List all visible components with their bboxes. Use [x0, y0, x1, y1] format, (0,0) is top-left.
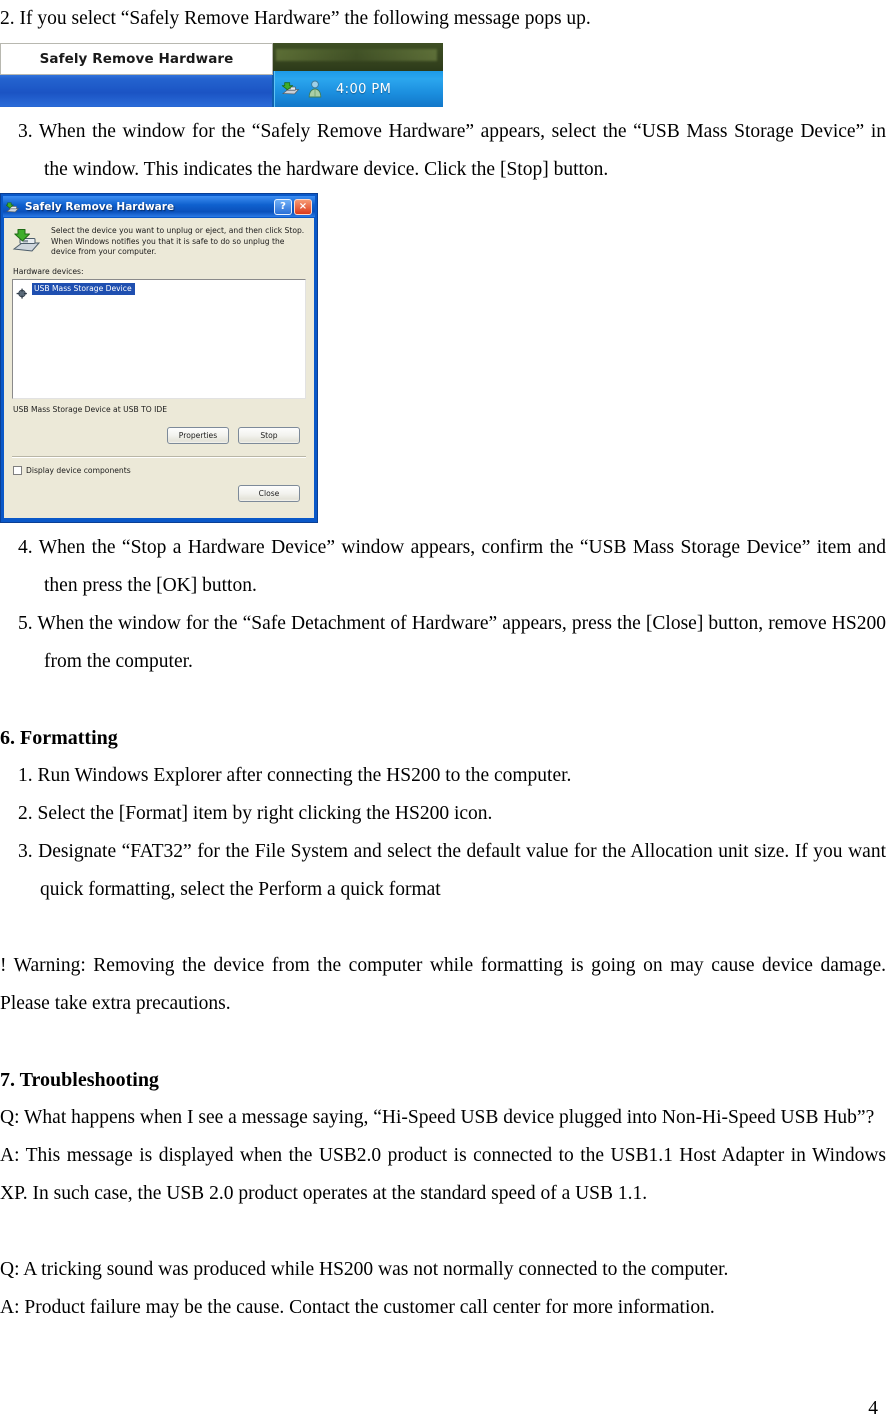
paragraph-a2: A: Product failure may be the cause. Con…: [0, 1297, 715, 1318]
safely-remove-hardware-tooltip: Safely Remove Hardware: [0, 43, 273, 75]
figure-taskbar-tooltip: 4:00 PM Safely Remove Hardware: [0, 43, 443, 107]
paragraph-step-2: 2. If you select “Safely Remove Hardware…: [0, 8, 591, 29]
document-body: 2. If you select “Safely Remove Hardware…: [0, 0, 886, 1327]
dialog-close-row: Close: [12, 484, 306, 502]
close-button[interactable]: Close: [238, 484, 300, 502]
properties-button[interactable]: Properties: [167, 426, 229, 444]
paragraph-warning: ! Warning: Removing the device from the …: [0, 955, 886, 1014]
figure-safely-remove-hardware-dialog: Safely Remove Hardware ? × Select the de…: [0, 193, 318, 523]
heading-troubleshooting: 7. Troubleshooting: [0, 1069, 159, 1091]
dialog-body: Select the device you want to unplug or …: [4, 218, 314, 518]
paragraph-format-3: 3. Designate “FAT32” for the File System…: [18, 841, 886, 900]
dialog-intro-text: Select the device you want to unplug or …: [51, 226, 305, 256]
dialog-hardware-icon: [5, 200, 20, 213]
dialog-status-text: USB Mass Storage Device at USB TO IDE: [13, 404, 168, 414]
dialog-title: Safely Remove Hardware: [25, 200, 175, 213]
display-device-components-label: Display device components: [26, 465, 131, 475]
notification-area: 4:00 PM: [272, 71, 443, 107]
tooltip-label: Safely Remove Hardware: [39, 51, 234, 67]
taskbar-clock: 4:00 PM: [336, 81, 392, 97]
paragraph-format-1: 1. Run Windows Explorer after connecting…: [18, 765, 572, 786]
dialog-close-button[interactable]: ×: [294, 198, 312, 215]
paragraph-step-4: 4. When the “Stop a Hardware Device” win…: [18, 537, 886, 596]
paragraph-step-5: 5. When the window for the “Safe Detachm…: [18, 613, 886, 672]
paragraph-a1: A: This message is displayed when the US…: [0, 1145, 886, 1204]
display-device-components-checkbox-row[interactable]: Display device components: [13, 465, 306, 475]
dialog-intro: Select the device you want to unplug or …: [12, 226, 306, 258]
dialog-unplug-icon: [12, 228, 42, 256]
safely-remove-hardware-icon[interactable]: [281, 81, 301, 98]
paragraph-q1: Q: What happens when I see a message say…: [0, 1107, 875, 1128]
dialog-action-buttons: Properties Stop: [12, 426, 306, 444]
dialog-devices-label: Hardware devices:: [13, 266, 84, 276]
list-item-label: USB Mass Storage Device: [32, 283, 135, 295]
document-page: 2. If you select “Safely Remove Hardware…: [0, 0, 886, 1426]
user-account-icon[interactable]: [307, 80, 323, 98]
stop-button[interactable]: Stop: [238, 426, 300, 444]
dialog-help-button[interactable]: ?: [274, 198, 292, 215]
dialog-device-list[interactable]: USB Mass Storage Device: [12, 278, 306, 399]
display-device-components-checkbox[interactable]: [13, 465, 22, 475]
dialog-separator: [12, 455, 306, 458]
paragraph-format-2: 2. Select the [Format] item by right cli…: [18, 803, 493, 824]
paragraph-step-3: 3. When the window for the “Safely Remov…: [18, 121, 886, 180]
usb-device-icon: [16, 284, 28, 299]
paragraph-q2: Q: A tricking sound was produced while H…: [0, 1259, 729, 1280]
page-number: 4: [868, 1398, 878, 1419]
heading-formatting: 6. Formatting: [0, 727, 118, 749]
dialog-title-bar: Safely Remove Hardware ? ×: [3, 196, 315, 217]
desktop-wallpaper-strip: [272, 43, 443, 71]
list-item[interactable]: USB Mass Storage Device: [16, 283, 302, 299]
